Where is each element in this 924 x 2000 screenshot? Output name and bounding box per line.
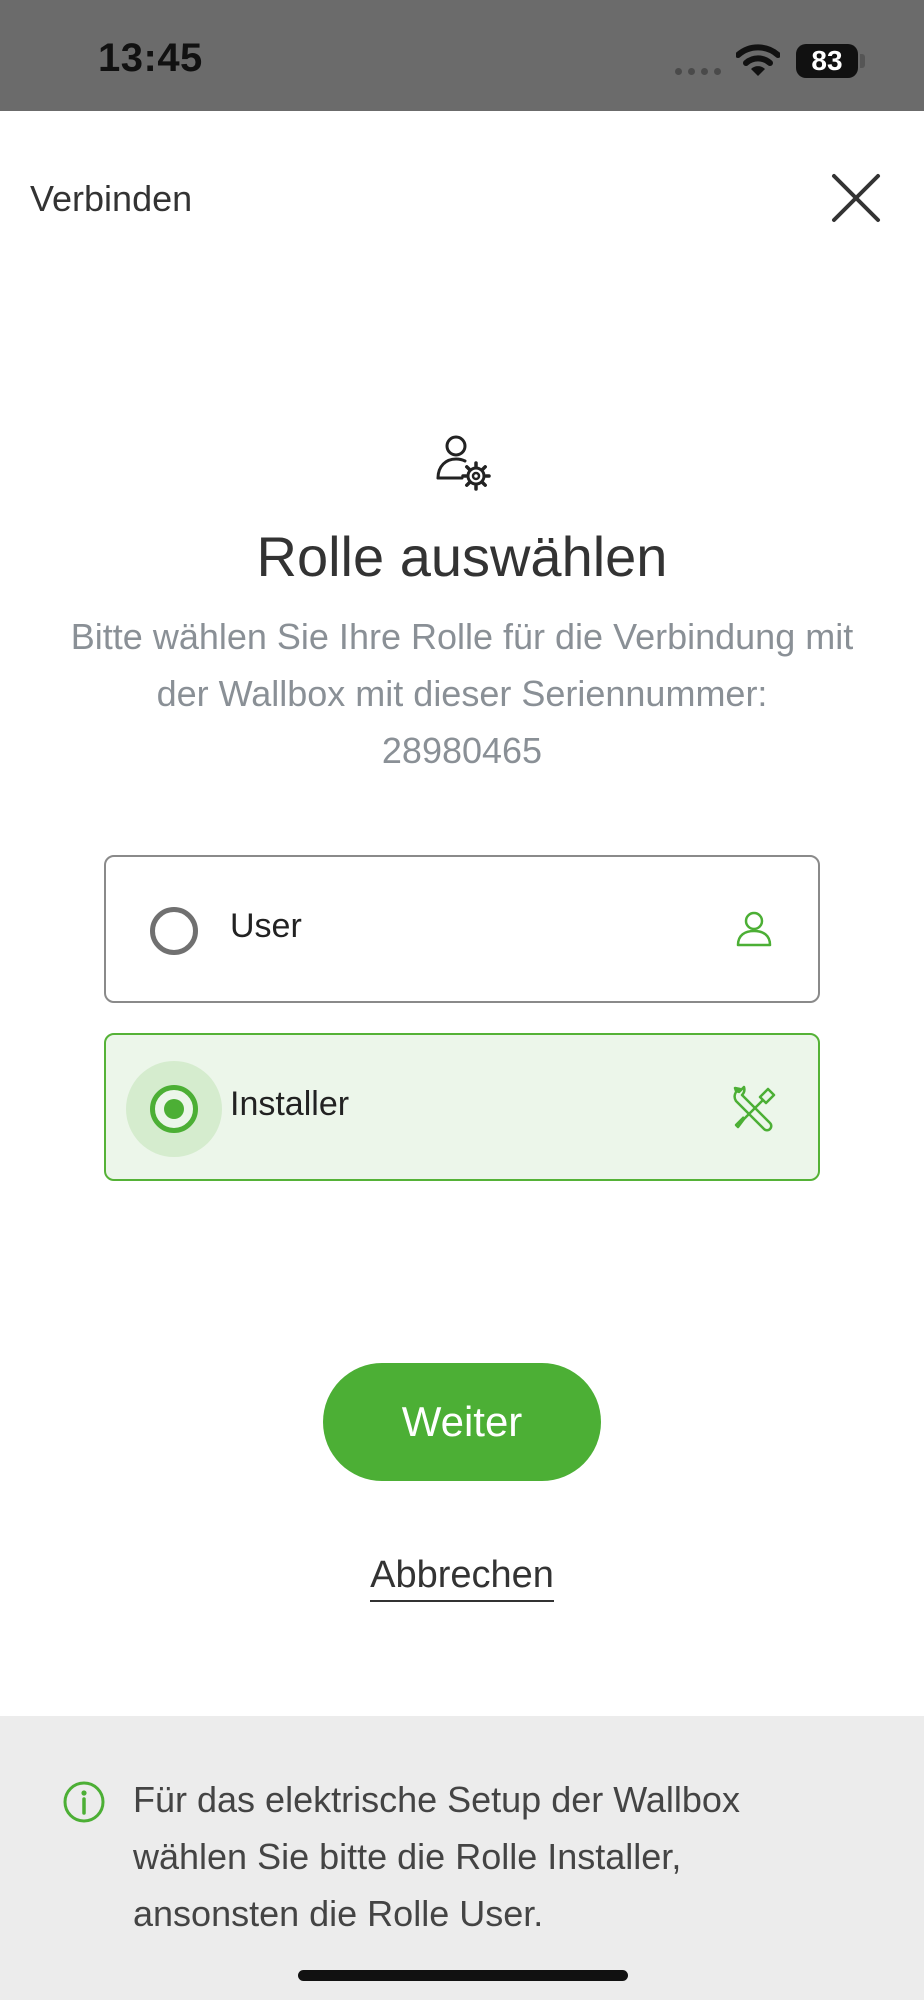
- info-line: wählen Sie bitte die Rolle Installer,: [133, 1836, 682, 1877]
- radio-installer[interactable]: [150, 1085, 198, 1133]
- signal-dots-icon: [675, 68, 723, 76]
- home-indicator: [298, 1970, 628, 1981]
- info-text: Für das elektrische Setup der Wallbox wä…: [133, 1771, 873, 1942]
- cancel-button[interactable]: Abbrechen: [370, 1554, 554, 1602]
- battery-level: 83: [811, 45, 843, 76]
- serial-number: 28980465: [381, 730, 543, 771]
- info-icon: [63, 1781, 105, 1823]
- role-option-label: User: [230, 907, 302, 945]
- info-line: Für das elektrische Setup der Wallbox: [133, 1779, 740, 1820]
- info-panel: Für das elektrische Setup der Wallbox wä…: [0, 1716, 924, 2000]
- info-line: ansonsten die Rolle User.: [133, 1893, 544, 1934]
- user-icon: [736, 911, 772, 947]
- description-line: Bitte wählen Sie Ihre Rolle für die Verb…: [70, 616, 854, 657]
- close-icon[interactable]: [824, 166, 888, 230]
- role-option-user[interactable]: User: [104, 855, 820, 1003]
- page-title: Rolle auswählen: [256, 525, 668, 588]
- role-description: Bitte wählen Sie Ihre Rolle für die Verb…: [40, 608, 884, 779]
- description-line: der Wallbox mit dieser Seriennummer:: [156, 673, 768, 714]
- tools-icon: [733, 1085, 776, 1132]
- battery-cap: [860, 54, 865, 68]
- battery-icon: 83: [796, 44, 858, 78]
- user-settings-icon: [436, 435, 491, 491]
- cancel-link-wrap: Abbrechen: [0, 1554, 924, 1602]
- role-option-label: Installer: [230, 1085, 350, 1123]
- header-title: Verbinden: [30, 178, 193, 219]
- radio-user[interactable]: [150, 907, 198, 955]
- continue-button[interactable]: Weiter: [323, 1363, 601, 1481]
- status-bar: 13:45 83: [0, 0, 924, 111]
- role-option-installer[interactable]: Installer: [104, 1033, 820, 1181]
- status-time: 13:45: [98, 36, 203, 80]
- wifi-icon: [736, 44, 780, 76]
